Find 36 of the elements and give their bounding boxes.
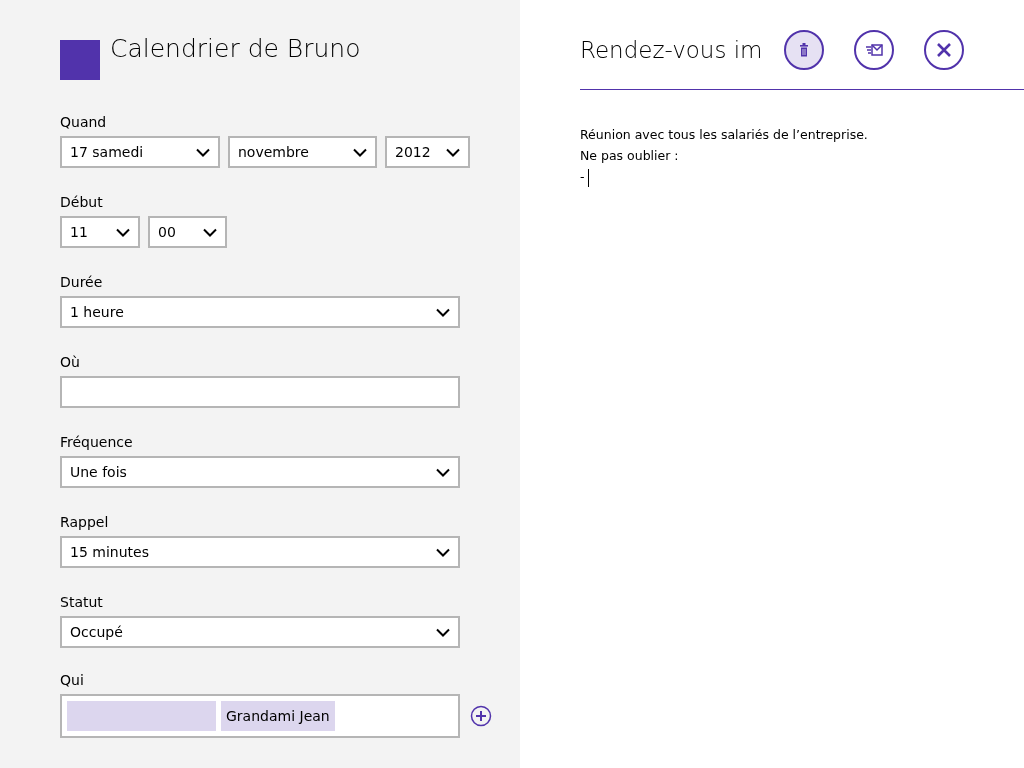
chevron-down-icon xyxy=(116,227,130,237)
chevron-down-icon xyxy=(436,547,450,557)
dropdown[interactable]: 00 xyxy=(148,216,227,248)
dropdown[interactable]: novembre xyxy=(228,136,377,168)
location-field[interactable] xyxy=(60,376,460,408)
chevron-down-icon xyxy=(436,307,450,317)
dropdown[interactable]: 11 xyxy=(60,216,140,248)
dropdown[interactable]: 1 heure xyxy=(60,296,460,328)
dropdown[interactable]: 15 minutes xyxy=(60,536,460,568)
add-icon[interactable] xyxy=(470,705,492,727)
event-title-field[interactable]: Rendez-vous im xyxy=(580,30,760,70)
field-label: Rappel xyxy=(60,513,110,531)
field-label: Durée xyxy=(60,273,104,291)
field-label: Fréquence xyxy=(60,433,134,451)
event-notes-field[interactable]: Réunion avec tous les salariés de l’entreprise. Ne pas oublier : - xyxy=(580,124,1024,187)
field-label: Où xyxy=(60,353,81,371)
chevron-down-icon xyxy=(446,147,460,157)
chevron-down-icon xyxy=(436,627,450,637)
close-button[interactable] xyxy=(924,30,964,70)
send-icon[interactable] xyxy=(854,30,894,70)
chevron-down-icon xyxy=(196,147,210,157)
field-label: Début xyxy=(60,193,104,211)
chevron-down-icon xyxy=(436,467,450,477)
dropdown[interactable]: Occupé xyxy=(60,616,460,648)
chevron-down-icon xyxy=(203,227,217,237)
chevron-down-icon xyxy=(353,147,367,157)
field-label: Qui xyxy=(60,671,85,689)
field-label: Quand xyxy=(60,113,108,131)
dropdown[interactable]: 2012 xyxy=(385,136,470,168)
attendees-field[interactable]: Grandami Jean xyxy=(60,694,460,738)
delete-icon[interactable] xyxy=(784,30,824,70)
field-label: Statut xyxy=(60,593,104,611)
attendee-chip[interactable]: Grandami Jean xyxy=(221,701,335,731)
calendar-name: Calendrier de Bruno xyxy=(110,36,361,62)
dropdown[interactable]: Une fois xyxy=(60,456,460,488)
dropdown[interactable]: 17 samedi xyxy=(60,136,220,168)
